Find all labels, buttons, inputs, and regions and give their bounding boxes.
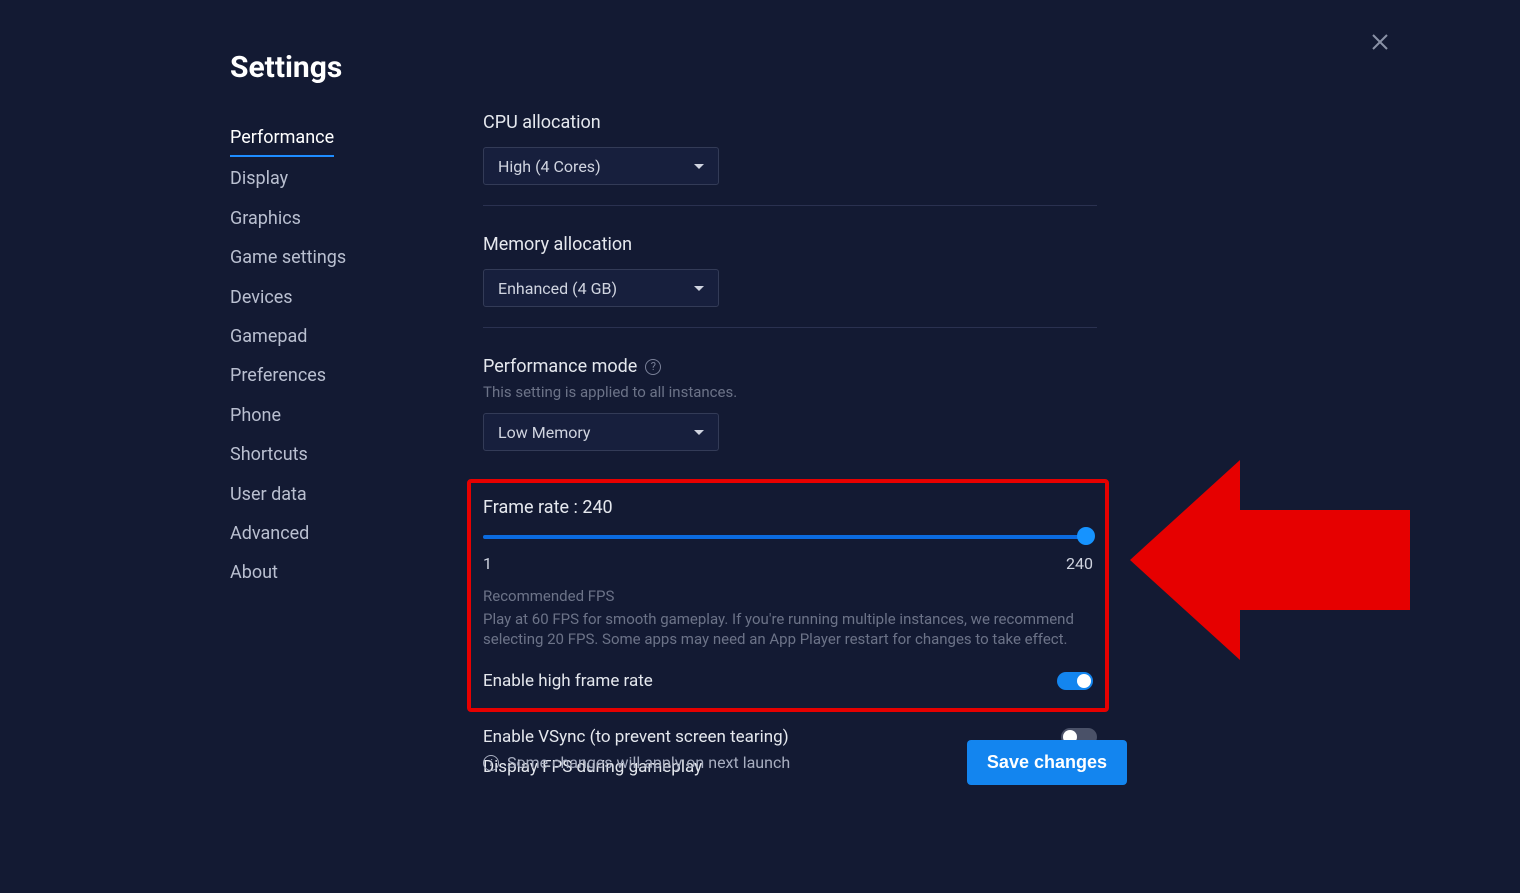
performance-mode-label-text: Performance mode [483, 356, 637, 377]
save-changes-button[interactable]: Save changes [967, 740, 1127, 785]
performance-mode-section: Performance mode ? This setting is appli… [483, 356, 1097, 451]
memory-allocation-value: Enhanced (4 GB) [498, 279, 617, 298]
sidebar-item-shortcuts[interactable]: Shortcuts [230, 435, 410, 474]
cpu-allocation-select[interactable]: High (4 Cores) [483, 147, 719, 185]
footer-note-text: Some changes will apply on next launch [507, 753, 790, 772]
divider [483, 205, 1097, 206]
memory-allocation-label: Memory allocation [483, 234, 1097, 255]
sidebar-item-phone[interactable]: Phone [230, 396, 410, 435]
cpu-allocation-section: CPU allocation High (4 Cores) [483, 112, 1097, 206]
sidebar-item-display[interactable]: Display [230, 159, 410, 198]
memory-allocation-select[interactable]: Enhanced (4 GB) [483, 269, 719, 307]
performance-mode-sub: This setting is applied to all instances… [483, 383, 1097, 401]
performance-mode-select[interactable]: Low Memory [483, 413, 719, 451]
cpu-allocation-value: High (4 Cores) [498, 157, 601, 176]
enable-high-frame-rate-toggle[interactable] [1057, 672, 1093, 690]
sidebar-item-performance[interactable]: Performance [230, 118, 334, 157]
annotation-arrow-icon [1130, 460, 1410, 664]
chevron-down-icon [694, 164, 704, 169]
footer: i Some changes will apply on next launch… [483, 740, 1127, 785]
enable-high-frame-rate-label: Enable high frame rate [483, 671, 653, 691]
help-icon[interactable]: ? [645, 359, 661, 375]
frame-rate-prefix: Frame rate : [483, 497, 582, 518]
sidebar-item-about[interactable]: About [230, 553, 410, 592]
sidebar-item-gamepad[interactable]: Gamepad [230, 317, 410, 356]
cpu-allocation-label: CPU allocation [483, 112, 1097, 133]
frame-rate-value: 240 [582, 497, 612, 518]
performance-mode-label: Performance mode ? [483, 356, 1097, 377]
chevron-down-icon [694, 430, 704, 435]
sidebar-item-preferences[interactable]: Preferences [230, 356, 410, 395]
footer-note: i Some changes will apply on next launch [483, 753, 790, 772]
slider-thumb[interactable] [1077, 527, 1095, 545]
enable-high-frame-rate-row: Enable high frame rate [483, 666, 1093, 696]
memory-allocation-section: Memory allocation Enhanced (4 GB) [483, 234, 1097, 328]
frame-rate-slider[interactable] [483, 528, 1093, 546]
frame-rate-highlight: Frame rate : 240 1 240 Recommended FPS P… [467, 479, 1109, 712]
settings-sidebar: Performance Display Graphics Game settin… [230, 118, 410, 593]
slider-track [483, 535, 1093, 539]
settings-main: CPU allocation High (4 Cores) Memory all… [483, 112, 1097, 782]
chevron-down-icon [694, 286, 704, 291]
page-title: Settings [230, 50, 342, 85]
slider-max: 240 [1066, 554, 1093, 573]
close-button[interactable] [1368, 30, 1392, 54]
slider-min: 1 [483, 554, 492, 573]
sidebar-item-game-settings[interactable]: Game settings [230, 238, 410, 277]
performance-mode-value: Low Memory [498, 423, 590, 442]
divider [483, 327, 1097, 328]
info-icon: i [483, 755, 499, 771]
slider-range-labels: 1 240 [483, 554, 1093, 573]
sidebar-item-graphics[interactable]: Graphics [230, 199, 410, 238]
recommended-fps-title: Recommended FPS [483, 587, 1093, 605]
frame-rate-label: Frame rate : 240 [483, 497, 1093, 518]
sidebar-item-devices[interactable]: Devices [230, 278, 410, 317]
sidebar-item-user-data[interactable]: User data [230, 475, 410, 514]
sidebar-item-advanced[interactable]: Advanced [230, 514, 410, 553]
recommended-fps-text: Play at 60 FPS for smooth gameplay. If y… [483, 609, 1093, 650]
